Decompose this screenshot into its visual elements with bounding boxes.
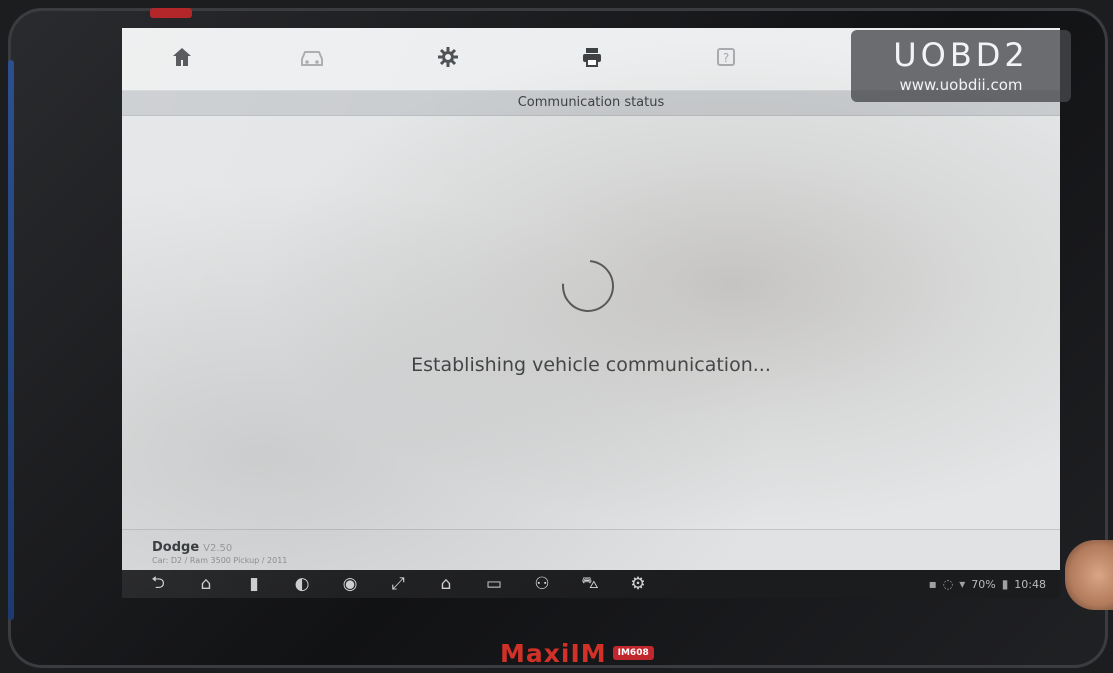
vci-icon[interactable]: ▭ [470, 570, 518, 598]
brand-name: MaxiIM [500, 638, 607, 668]
help-glyph: ? [717, 48, 735, 66]
message-icon: ▪ [928, 577, 937, 591]
tablet-screen: ? Communication status Establishing vehi… [122, 28, 1060, 598]
car-icon[interactable]: ⛍ [566, 570, 614, 598]
status-tray: ▪ ◌ ▾ 70% ▮ 10:48 [929, 577, 1046, 591]
wifi-icon: ▾ [959, 577, 966, 591]
help-icon[interactable]: ? [706, 40, 746, 74]
vehicle-make-label: Dodge [152, 540, 200, 555]
svg-text:?: ? [723, 51, 729, 65]
loading-spinner [551, 249, 625, 323]
android-navbar: ⮌ ⌂ ▮ ◐ ◉ ⤢ ⌂ ▭ ⚇ ⛍ ⚙ ▪ ◌ ▾ 70% ▮ 10:48 [122, 570, 1060, 598]
device-brand: MaxiIM IM608 [500, 638, 654, 668]
camera-icon[interactable]: ◉ [326, 570, 374, 598]
home-icon[interactable]: ⌂ [182, 570, 230, 598]
screen-scale-icon[interactable]: ⤢ [374, 570, 422, 598]
software-version: V2.50 [203, 543, 233, 554]
print-icon[interactable] [572, 40, 612, 74]
clock-time: 10:48 [1014, 577, 1046, 591]
gear-glyph [438, 47, 458, 67]
watermark-main: UOBD2 [893, 36, 1029, 74]
watermark-url: www.uobdii.com [899, 76, 1023, 94]
home-icon[interactable] [162, 40, 202, 74]
device-bumper-edge [8, 60, 14, 620]
vehicle-swap-icon[interactable] [292, 40, 332, 74]
home-glyph [173, 48, 191, 66]
chrome-icon[interactable]: ◐ [278, 570, 326, 598]
device-red-tab [150, 8, 192, 18]
status-message: Establishing vehicle communication... [411, 354, 771, 376]
settings-gear-icon[interactable] [428, 40, 468, 74]
maxiim-home-icon[interactable]: ⌂ [422, 570, 470, 598]
vehicle-make: Dodge V2.50 [152, 540, 232, 555]
vehicle-swap-glyph [301, 51, 323, 66]
vehicle-details: Car: D2 / Ram 3500 Pickup / 2011 [152, 556, 288, 565]
battery-level: 70% [971, 577, 996, 591]
clock-icon: ◌ [942, 577, 954, 591]
battery-icon: ▮ [1001, 577, 1009, 591]
recent-apps-icon[interactable]: ▮ [230, 570, 278, 598]
finger-photo [1065, 540, 1113, 610]
brand-model: IM608 [612, 646, 654, 660]
vehicle-connect-icon[interactable]: ⚇ [518, 570, 566, 598]
back-icon[interactable]: ⮌ [134, 570, 182, 598]
vehicle-info-bar: Dodge V2.50 Car: D2 / Ram 3500 Pickup / 2… [122, 529, 1060, 570]
service-icon[interactable]: ⚙ [614, 570, 662, 598]
printer-glyph [583, 48, 601, 67]
uobd2-watermark: UOBD2 www.uobdii.com [851, 30, 1071, 102]
